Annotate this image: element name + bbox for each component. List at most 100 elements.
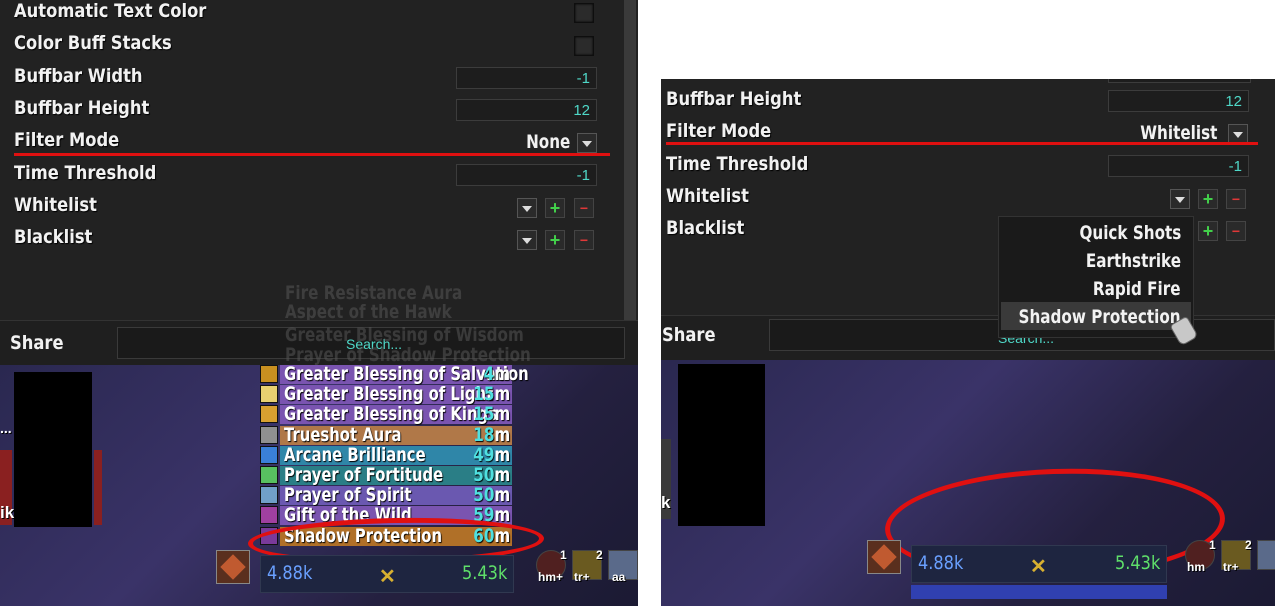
- buff-time: 18m: [473, 424, 510, 446]
- blacklist-dropdown-button[interactable]: [517, 230, 537, 250]
- buff-time-unit: m: [494, 383, 510, 405]
- filter-mode-dropdown-button[interactable]: [1228, 124, 1248, 144]
- buff-time-value: 50: [472, 484, 495, 506]
- filter-mode-label: Filter Mode: [14, 129, 120, 151]
- buff-row: Greater Blessing of Light 15m: [260, 383, 512, 405]
- filter-mode-dropdown-button[interactable]: [577, 133, 597, 153]
- buff-time-unit: m: [494, 403, 510, 425]
- time-threshold-label: Time Threshold: [14, 162, 157, 184]
- buff-icon: [260, 405, 278, 423]
- side-label: k: [661, 493, 671, 512]
- color-buff-stacks-label: Color Buff Stacks: [14, 32, 172, 54]
- buffbar-width-label: Buffbar Width: [14, 65, 143, 87]
- buff-name: Prayer of Spirit: [284, 484, 412, 506]
- red-underline-annotation: [14, 153, 610, 156]
- buff-time-unit: m: [494, 363, 510, 385]
- whitelist-dropdown-button[interactable]: [517, 198, 537, 218]
- filter-mode-label: Filter Mode: [666, 120, 772, 142]
- buff-tag: aa: [612, 570, 626, 584]
- buff-icon: [260, 385, 278, 403]
- buff-time-value: 49: [472, 444, 495, 466]
- buff-time-unit: m: [494, 464, 510, 486]
- buffbar-width-input[interactable]: -1: [456, 67, 597, 89]
- color-buff-stacks-checkbox[interactable]: [574, 36, 594, 56]
- buff-count: 2: [596, 548, 603, 562]
- blacklist-dropdown-menu: Quick Shots Earthstrike Rapid Fire Shado…: [998, 216, 1194, 338]
- buff-icon: [260, 446, 278, 464]
- dropdown-option[interactable]: Quick Shots: [1079, 222, 1181, 244]
- cropped-input: [1108, 79, 1251, 83]
- buff-name: Greater Blessing of Kings: [284, 403, 497, 425]
- buff-name: Arcane Brilliance: [284, 444, 426, 466]
- blacklist-remove-button[interactable]: −: [1226, 221, 1246, 241]
- buff-icon: [260, 426, 278, 444]
- automatic-text-color-label: Automatic Text Color: [14, 0, 207, 22]
- dropdown-option[interactable]: Earthstrike: [1086, 250, 1181, 272]
- ghost-buff-line: Greater Blessing of Wisdom: [285, 324, 524, 346]
- whitelist-add-button[interactable]: +: [545, 198, 565, 218]
- unit-mana-bar: [911, 585, 1167, 599]
- buff-row: Prayer of Fortitude 50m: [260, 464, 512, 486]
- share-label: Share: [10, 332, 64, 354]
- buff-icon: [260, 486, 278, 504]
- blacklist-label: Blacklist: [666, 217, 745, 239]
- debuff-count: 1: [560, 548, 567, 562]
- whitelist-remove-button[interactable]: −: [1226, 189, 1246, 209]
- whitelist-label: Whitelist: [14, 194, 97, 216]
- whitelist-dropdown-button[interactable]: [1170, 189, 1190, 209]
- buff-row: Greater Blessing of Kings 15m: [260, 403, 512, 425]
- blacklist-label: Blacklist: [14, 226, 93, 248]
- automatic-text-color-checkbox[interactable]: [574, 3, 594, 23]
- buff-time: 50m: [473, 464, 510, 486]
- dropdown-option[interactable]: Rapid Fire: [1093, 278, 1181, 300]
- buff-row: Greater Blessing of Salvation 4m: [260, 363, 529, 385]
- time-threshold-input[interactable]: -1: [456, 164, 597, 186]
- settings-scrollbar[interactable]: [624, 0, 636, 320]
- buffbar-height-input[interactable]: 12: [456, 99, 597, 121]
- ability-icon[interactable]: [216, 550, 250, 584]
- whitelist-add-button[interactable]: +: [1198, 189, 1218, 209]
- buff-row: Trueshot Aura 18m: [260, 424, 512, 446]
- buff-icon: [260, 506, 278, 524]
- buff-time-value: 50: [472, 464, 495, 486]
- blacklist-remove-button[interactable]: −: [574, 230, 594, 250]
- whitelist-remove-button[interactable]: −: [574, 198, 594, 218]
- dropdown-option-selected[interactable]: Shadow Protection: [1019, 306, 1181, 328]
- buff-time: 49m: [473, 444, 510, 466]
- side-health-bar: [94, 450, 102, 525]
- buff-time-value: 15: [472, 383, 495, 405]
- buff-name: Prayer of Fortitude: [284, 464, 444, 486]
- debuff-tag: hm: [1187, 560, 1205, 574]
- buff-time-unit: m: [494, 444, 510, 466]
- filter-mode-value[interactable]: Whitelist: [1140, 122, 1217, 144]
- buff-time: 4m: [484, 363, 510, 385]
- buffbar-height-input[interactable]: 12: [1108, 90, 1249, 112]
- buff-icon: [260, 466, 278, 484]
- filter-mode-value[interactable]: None: [526, 131, 570, 153]
- buff-time-value: 15: [472, 403, 495, 425]
- crossed-swords-icon: ✕: [1030, 556, 1047, 578]
- blacklist-add-button[interactable]: +: [1198, 221, 1218, 241]
- blacklist-add-button[interactable]: +: [545, 230, 565, 250]
- debuff-tag: hm+: [538, 570, 564, 584]
- time-threshold-input[interactable]: -1: [1108, 155, 1249, 177]
- unit-left-value: 4.88k: [267, 562, 313, 584]
- side-label: ik: [0, 503, 15, 522]
- unit-resource-bar: 4.88k 5.43k ✕: [911, 545, 1167, 583]
- buffbar-height-label: Buffbar Height: [14, 97, 150, 119]
- buff-name: Trueshot Aura: [284, 424, 402, 446]
- red-underline-annotation: [666, 142, 1258, 145]
- right-screenshot-panel: Buffbar Height 12 Filter Mode Whitelist …: [661, 79, 1275, 606]
- buff-name: Greater Blessing of Light: [284, 383, 494, 405]
- unit-left-value: 4.88k: [918, 552, 964, 574]
- time-threshold-label: Time Threshold: [666, 153, 809, 175]
- unit-right-value: 5.43k: [1114, 552, 1160, 574]
- ability-icon[interactable]: [867, 540, 901, 574]
- share-label: Share: [662, 324, 716, 346]
- buff-icon: [1257, 540, 1275, 570]
- buff-time-value: 18: [472, 424, 495, 446]
- settings-area: Automatic Text Color Color Buff Stacks B…: [0, 0, 638, 323]
- buffbar-height-label: Buffbar Height: [666, 88, 802, 110]
- whitelist-label: Whitelist: [666, 185, 749, 207]
- buff-time: 15m: [473, 383, 510, 405]
